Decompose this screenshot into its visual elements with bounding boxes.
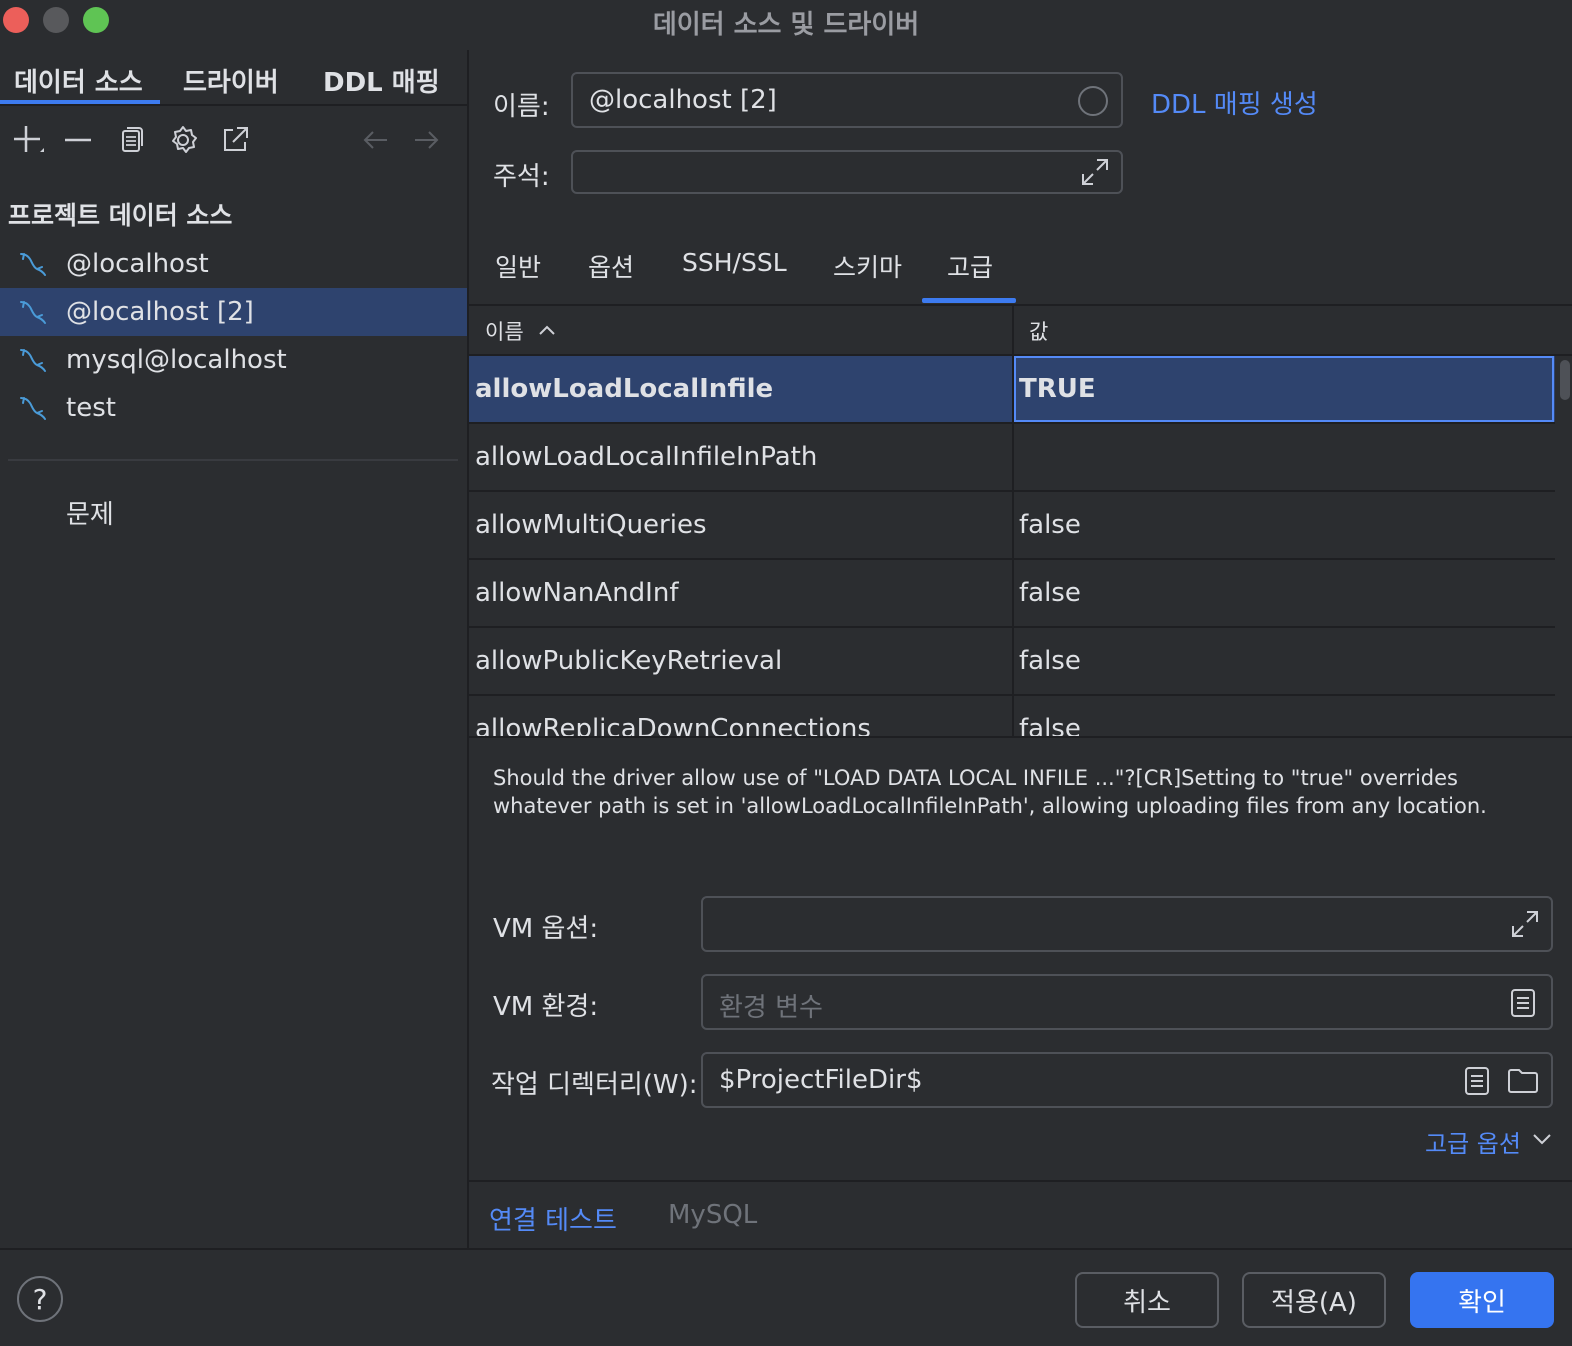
data-source-item[interactable]: @localhost (0, 240, 467, 288)
property-value[interactable]: false (1019, 646, 1081, 676)
add-icon[interactable] (8, 120, 48, 160)
left-panel: 데이터 소스 드라이버 DDL 매핑 프로젝트 데이터 소스 @localhos… (0, 50, 467, 1248)
tab-data-sources[interactable]: 데이터 소스 (14, 62, 143, 99)
help-button[interactable]: ? (17, 1276, 63, 1322)
working-directory-label: 작업 디렉터리(W): (491, 1070, 698, 1100)
tab-drivers[interactable]: 드라이버 (183, 62, 279, 99)
expand-icon[interactable] (1079, 156, 1111, 188)
vm-environment-placeholder: 환경 변수 (719, 993, 823, 1023)
advanced-options-link[interactable]: 고급 옵션 (1425, 1124, 1521, 1159)
property-name: allowReplicaDownConnections (475, 714, 871, 736)
working-directory-value: $ProjectFileDir$ (719, 1065, 923, 1095)
window-title: 데이터 소스 및 드라이버 (652, 10, 920, 40)
data-source-item[interactable]: mysql@localhost (0, 336, 467, 384)
divider (0, 1248, 1572, 1250)
working-directory-field[interactable]: $ProjectFileDir$ (701, 1052, 1553, 1108)
divider (8, 459, 458, 461)
remove-icon[interactable] (58, 120, 98, 160)
forward-arrow-icon[interactable] (407, 120, 447, 160)
table-header: 이름 값 (469, 306, 1572, 356)
mysql-dolphin-icon (20, 253, 46, 276)
description-line: Should the driver allow use of "LOAD DAT… (493, 766, 1458, 790)
chevron-down-icon[interactable] (1531, 1130, 1553, 1148)
tab-options[interactable]: 옵션 (588, 248, 634, 284)
vm-options-label: VM 옵션: (493, 914, 599, 944)
description-line: whatever path is set in 'allowLoadLocalI… (493, 794, 1487, 818)
data-source-label: mysql@localhost (66, 345, 287, 375)
name-field[interactable]: @localhost [2] (571, 72, 1123, 128)
tab-ssh-ssl[interactable]: SSH/SSL (682, 248, 787, 277)
property-name: allowPublicKeyRetrieval (475, 646, 783, 676)
driver-name-label: MySQL (668, 1200, 758, 1230)
apply-button[interactable]: 적용(A) (1242, 1272, 1386, 1328)
vm-environment-field[interactable]: 환경 변수 (701, 974, 1553, 1030)
divider (469, 1180, 1572, 1182)
document-list-icon[interactable] (1509, 988, 1537, 1018)
settings-gear-icon[interactable] (163, 120, 203, 160)
back-arrow-icon[interactable] (355, 120, 395, 160)
ok-button[interactable]: 확인 (1410, 1272, 1554, 1328)
property-value[interactable]: TRUE (1019, 374, 1096, 404)
project-data-sources-heading: 프로젝트 데이터 소스 (8, 201, 233, 230)
property-name: allowLoadLocalInfileInPath (475, 442, 818, 472)
folder-icon[interactable] (1507, 1066, 1539, 1096)
data-source-item-selected[interactable]: @localhost [2] (0, 288, 467, 336)
sort-ascending-icon (539, 325, 555, 335)
column-header-value[interactable]: 값 (1029, 316, 1048, 346)
test-connection-link[interactable]: 연결 테스트 (489, 1200, 617, 1237)
property-description: Should the driver allow use of "LOAD DAT… (493, 764, 1553, 820)
data-source-label: test (66, 393, 116, 423)
name-label: 이름: (493, 92, 550, 122)
vm-environment-label: VM 환경: (493, 992, 599, 1022)
property-value[interactable]: false (1019, 578, 1081, 608)
left-toolbar (0, 120, 467, 160)
tab-advanced[interactable]: 고급 (947, 248, 993, 284)
cancel-button[interactable]: 취소 (1075, 1272, 1219, 1328)
property-value[interactable]: false (1019, 510, 1081, 540)
property-name: allowMultiQueries (475, 510, 707, 540)
comment-label: 주석: (493, 162, 550, 192)
active-tab-indicator (0, 100, 160, 104)
vm-options-field[interactable] (701, 896, 1553, 952)
duplicate-icon[interactable] (111, 120, 151, 160)
property-name: allowNanAndInf (475, 578, 679, 608)
create-ddl-mapping-link[interactable]: DDL 매핑 생성 (1151, 84, 1318, 121)
column-header-name[interactable]: 이름 (485, 316, 524, 346)
active-tab-indicator (922, 298, 1016, 303)
title-bar: 데이터 소스 및 드라이버 (0, 0, 1572, 40)
comment-field[interactable] (571, 150, 1123, 194)
data-source-label: @localhost (66, 249, 209, 279)
name-field-value: @localhost [2] (589, 85, 777, 115)
column-divider (1012, 306, 1014, 736)
problems-item[interactable]: 문제 (66, 494, 114, 531)
data-source-label: @localhost [2] (66, 297, 254, 327)
data-source-item[interactable]: test (0, 384, 467, 432)
mysql-dolphin-icon (20, 349, 46, 372)
tab-schemas[interactable]: 스키마 (833, 248, 902, 284)
color-circle-icon[interactable] (1077, 85, 1109, 117)
mysql-dolphin-icon (20, 301, 46, 324)
tab-ddl-mappings[interactable]: DDL 매핑 (323, 62, 440, 99)
property-name: allowLoadLocalInfile (475, 374, 774, 404)
property-value[interactable]: false (1019, 714, 1081, 736)
expand-icon[interactable] (1509, 908, 1541, 940)
document-list-icon[interactable] (1463, 1066, 1491, 1096)
mysql-dolphin-icon (20, 397, 46, 420)
properties-table: 이름 값 allowLoadLocalInfile TRUE allowLoad… (469, 304, 1572, 736)
tab-general[interactable]: 일반 (495, 248, 541, 284)
right-panel: 이름: @localhost [2] DDL 매핑 생성 주석: 일반 옵션 S… (469, 50, 1572, 1248)
table-scrollbar[interactable] (1560, 360, 1570, 400)
divider (469, 736, 1572, 738)
left-tab-bar: 데이터 소스 드라이버 DDL 매핑 (0, 50, 467, 106)
open-external-icon[interactable] (215, 120, 255, 160)
